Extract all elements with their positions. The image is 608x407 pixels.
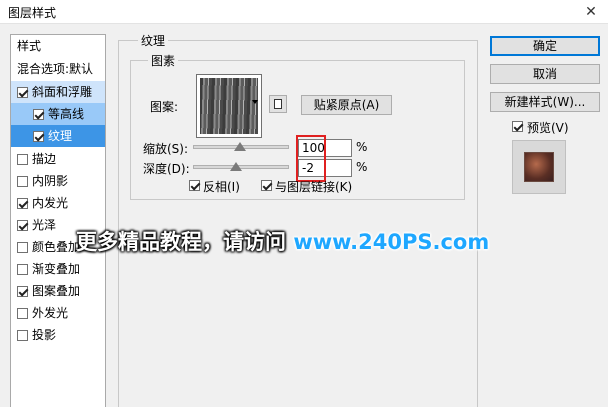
inner-glow-checkbox[interactable] <box>17 198 28 209</box>
new-page-icon <box>274 99 282 109</box>
new-style-button[interactable]: 新建样式(W)... <box>490 92 600 112</box>
depth-slider-thumb[interactable] <box>230 162 242 171</box>
style-item-pattern-overlay[interactable]: 图案叠加 <box>11 280 105 302</box>
style-item-drop-shadow[interactable]: 投影 <box>11 324 105 346</box>
outer-glow-checkbox[interactable] <box>17 308 28 319</box>
style-item-texture[interactable]: 纹理 <box>11 125 105 147</box>
pattern-label: 图案: <box>150 100 179 114</box>
pattern-swatch <box>200 78 258 134</box>
scale-label: 缩放(S): <box>143 142 189 156</box>
stroke-checkbox[interactable] <box>17 154 28 165</box>
style-item-inner-glow[interactable]: 内发光 <box>11 192 105 214</box>
highlight-annotation <box>296 135 326 182</box>
drop-shadow-checkbox[interactable] <box>17 330 28 341</box>
bevel-emboss-checkbox[interactable] <box>17 87 28 98</box>
watermark: 更多精品教程，请访问 www.240PS.com <box>76 226 489 256</box>
gradient-overlay-checkbox[interactable] <box>17 264 28 275</box>
pattern-overlay-checkbox[interactable] <box>17 286 28 297</box>
color-overlay-checkbox[interactable] <box>17 242 28 253</box>
watermark-url: www.240PS.com <box>293 230 490 254</box>
invert-label: 反相(I) <box>203 180 240 194</box>
texture-section-title: 纹理 <box>138 32 169 49</box>
window-title: 图层样式 <box>8 6 57 20</box>
title-bar: 图层样式 ✕ <box>0 0 608 24</box>
close-icon[interactable]: ✕ <box>580 2 602 22</box>
styles-header[interactable]: 样式 <box>11 35 105 57</box>
style-item-bevel-emboss[interactable]: 斜面和浮雕 <box>11 81 105 103</box>
preview-checkbox[interactable] <box>512 121 523 132</box>
preview-swatch <box>525 153 553 181</box>
chevron-down-icon[interactable] <box>252 100 258 104</box>
depth-label: 深度(D): <box>143 162 190 176</box>
texture-checkbox[interactable] <box>33 131 44 142</box>
contour-checkbox[interactable] <box>33 109 44 120</box>
snap-to-origin-button[interactable]: 贴紧原点(A) <box>301 95 392 115</box>
link-with-layer-label: 与图层链接(K) <box>275 180 353 194</box>
scale-slider-thumb[interactable] <box>234 142 246 151</box>
watermark-text: 更多精品教程，请访问 <box>76 230 286 254</box>
link-with-layer-checkbox[interactable] <box>261 180 272 191</box>
invert-checkbox[interactable] <box>189 180 200 191</box>
style-item-contour[interactable]: 等高线 <box>11 103 105 125</box>
preview-label: 预览(V) <box>527 121 569 135</box>
styles-list: 样式 混合选项:默认 斜面和浮雕 等高线 纹理 描边 内阴影 内发光 光泽 颜色… <box>10 34 106 407</box>
depth-unit: % <box>356 160 368 174</box>
satin-checkbox[interactable] <box>17 220 28 231</box>
elements-group-title: 图素 <box>148 52 179 69</box>
pattern-picker[interactable] <box>196 74 262 138</box>
style-item-outer-glow[interactable]: 外发光 <box>11 302 105 324</box>
style-item-inner-shadow[interactable]: 内阴影 <box>11 170 105 192</box>
style-item-gradient-overlay[interactable]: 渐变叠加 <box>11 258 105 280</box>
blend-options-item[interactable]: 混合选项:默认 <box>11 58 105 80</box>
cancel-button[interactable]: 取消 <box>490 64 600 84</box>
scale-unit: % <box>356 140 368 154</box>
style-item-stroke[interactable]: 描边 <box>11 148 105 170</box>
inner-shadow-checkbox[interactable] <box>17 176 28 187</box>
ok-button[interactable]: 确定 <box>490 36 600 56</box>
style-preview <box>512 140 566 194</box>
new-preset-button[interactable] <box>269 95 287 113</box>
